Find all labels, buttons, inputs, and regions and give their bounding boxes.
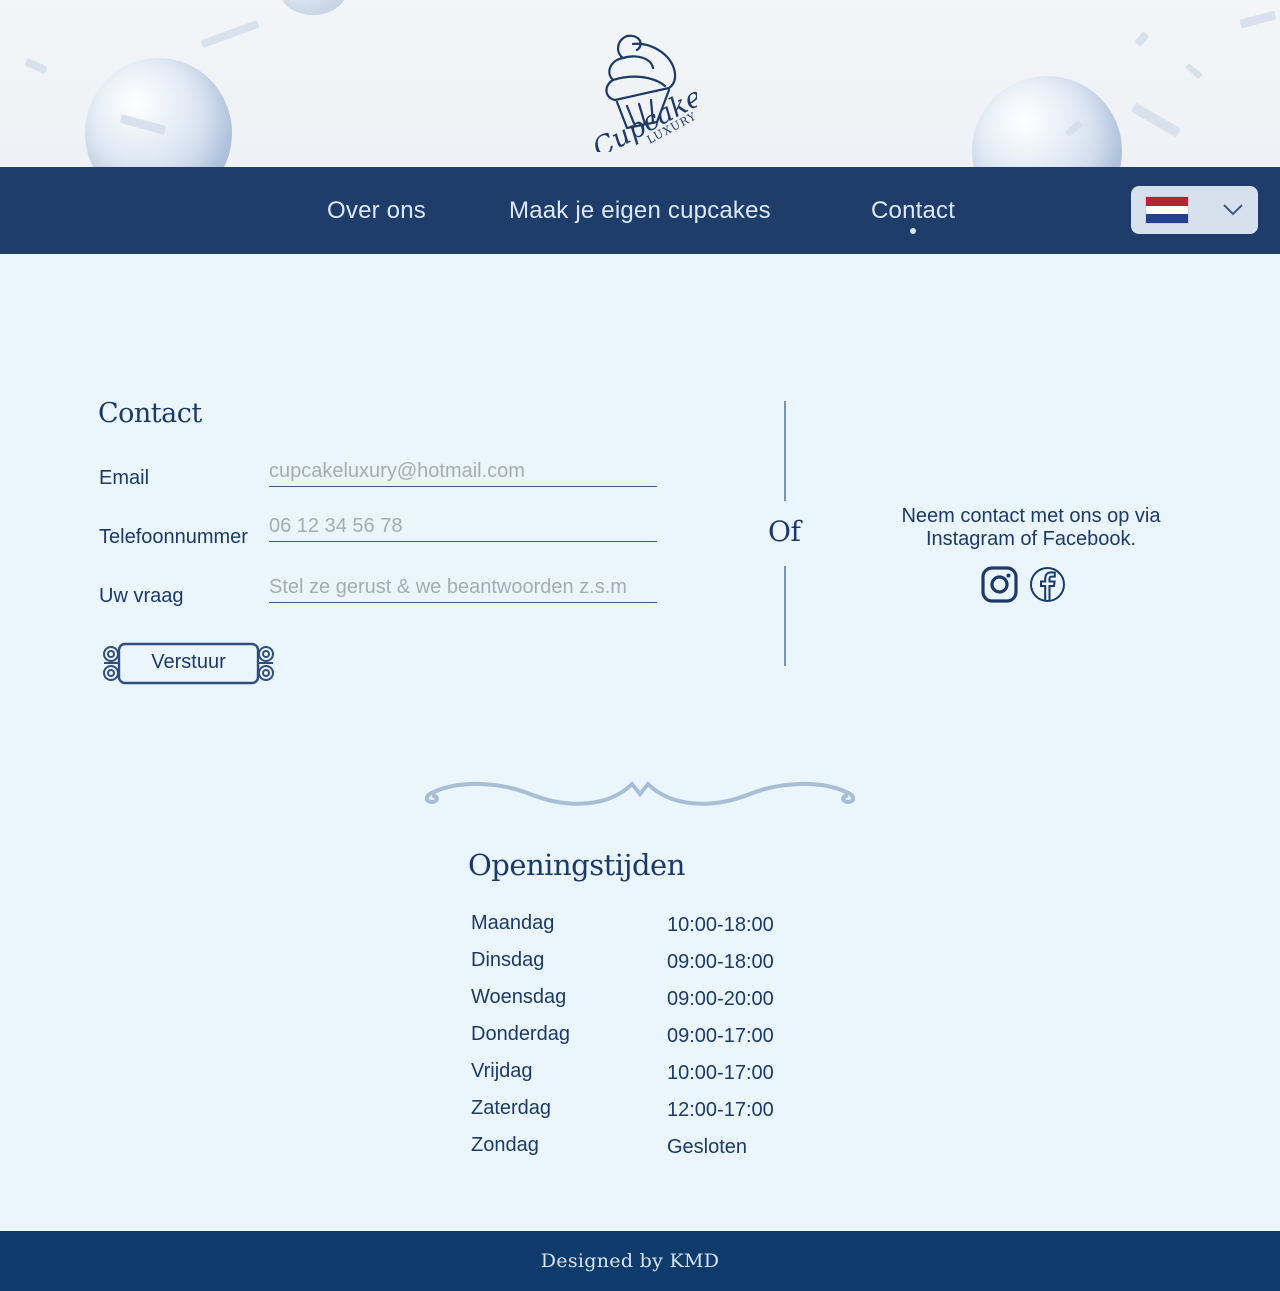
footer-credit: Designed by KMD	[540, 1250, 720, 1272]
hours-day: Dinsdag	[471, 949, 545, 971]
nav-item-over-ons[interactable]: Over ons	[327, 197, 426, 225]
hours-day: Maandag	[471, 912, 555, 934]
hours-time: Gesloten	[667, 1136, 748, 1158]
ornament-divider-icon	[425, 781, 855, 806]
facebook-icon[interactable]	[1029, 566, 1066, 603]
email-label: Email	[99, 467, 150, 489]
divider-text: Of	[768, 515, 801, 548]
question-field[interactable]	[269, 573, 657, 603]
chevron-down-icon	[1223, 204, 1243, 216]
nav-item-contact[interactable]: Contact	[871, 197, 955, 225]
main-navigation: Over ons Maak je eigen cupcakes Contact	[0, 167, 1280, 254]
hours-title: Openingstijden	[468, 848, 685, 882]
hours-time: 10:00-18:00	[667, 914, 774, 936]
hours-day: Donderdag	[471, 1023, 570, 1045]
balloon-decoration	[85, 58, 232, 167]
phone-field[interactable]	[269, 512, 657, 542]
instagram-icon[interactable]	[981, 566, 1018, 603]
hours-day: Zaterdag	[471, 1097, 552, 1119]
active-indicator	[910, 228, 916, 234]
confetti-decoration	[24, 57, 48, 75]
language-selector[interactable]	[1131, 186, 1258, 234]
social-contact-text: Neem contact met ons op via Instagram of…	[901, 505, 1161, 550]
hours-time: 09:00-17:00	[667, 1025, 774, 1047]
hours-day: Woensdag	[471, 986, 567, 1008]
cupcake-logo-icon: Cupcake LUXURY	[588, 34, 707, 165]
confetti-decoration	[1239, 10, 1277, 29]
hours-time: 12:00-17:00	[667, 1099, 774, 1121]
header-banner: Cupcake LUXURY	[0, 0, 1280, 167]
submit-button-label: Verstuur	[151, 651, 226, 673]
hours-time: 09:00-18:00	[667, 951, 774, 973]
confetti-decoration	[200, 19, 260, 49]
nav-item-maak-je-eigen-cupcakes[interactable]: Maak je eigen cupcakes	[509, 197, 771, 225]
divider-line-bottom	[784, 566, 786, 666]
hours-day: Vrijdag	[471, 1060, 533, 1082]
submit-button[interactable]: Verstuur	[99, 641, 278, 686]
confetti-decoration	[1130, 102, 1182, 138]
flag-nl-icon	[1145, 196, 1189, 224]
hours-time: 10:00-17:00	[667, 1062, 774, 1084]
question-label: Uw vraag	[99, 585, 184, 607]
confetti-decoration	[1134, 31, 1150, 47]
divider-line-top	[784, 401, 786, 501]
email-field[interactable]	[269, 457, 657, 487]
cupcake-luxury-logo[interactable]: Cupcake LUXURY	[587, 30, 707, 165]
balloon-decoration	[972, 76, 1122, 167]
confetti-decoration	[1185, 62, 1203, 80]
hours-day: Zondag	[471, 1134, 539, 1156]
phone-label: Telefoonnummer	[99, 526, 248, 548]
balloon-decoration	[278, 0, 348, 15]
hours-time: 09:00-20:00	[667, 988, 774, 1010]
footer: Designed by KMD	[0, 1231, 1280, 1291]
contact-title: Contact	[98, 398, 202, 429]
